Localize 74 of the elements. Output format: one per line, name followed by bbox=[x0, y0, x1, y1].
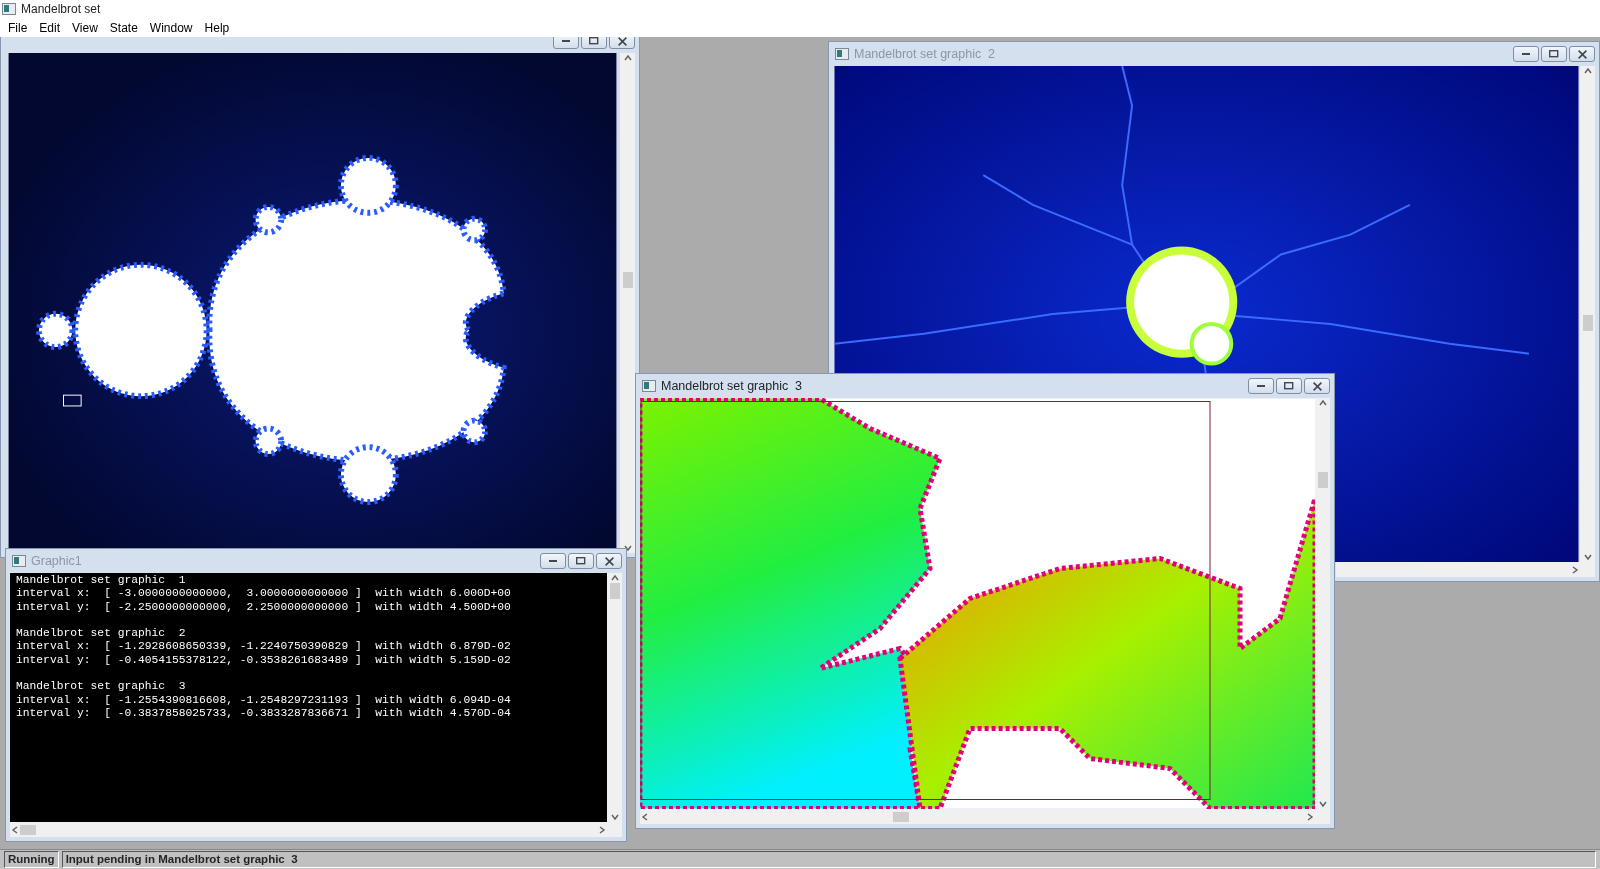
console-line: interval x: [ -1.2928608650339, -1.2240750390829 ] with width 6.879D-02 bbox=[16, 640, 511, 654]
vertical-scrollbar[interactable] bbox=[607, 573, 622, 822]
minimize-icon bbox=[562, 40, 570, 42]
menu-item[interactable]: Window bbox=[143, 18, 199, 37]
scroll-down-icon[interactable] bbox=[1582, 552, 1593, 562]
scrollbar-thumb[interactable] bbox=[609, 583, 620, 599]
scroll-down-icon[interactable] bbox=[1317, 799, 1328, 809]
minimize-button[interactable] bbox=[1513, 46, 1539, 62]
restore-button[interactable] bbox=[1541, 46, 1567, 62]
console-line: interval y: [ -0.3837858025733, -0.3833287836671 ] with width 4.570D-04 bbox=[16, 706, 511, 721]
menu-item[interactable]: View bbox=[66, 18, 104, 37]
window-title: Mandelbrot set bbox=[21, 1, 101, 18]
scroll-left-icon[interactable] bbox=[640, 811, 650, 822]
minimize-icon bbox=[549, 560, 557, 562]
scroll-down-icon[interactable] bbox=[609, 812, 620, 822]
vertical-scrollbar[interactable] bbox=[1315, 398, 1330, 809]
console-line: Mandelbrot set graphic 2 bbox=[16, 627, 186, 641]
scrollbar-thumb[interactable] bbox=[622, 271, 633, 288]
minimize-icon bbox=[1522, 53, 1530, 55]
scrollbar-thumb[interactable] bbox=[1582, 315, 1593, 332]
restore-icon bbox=[589, 37, 599, 45]
window-title: Graphic1 bbox=[31, 552, 82, 570]
close-button[interactable] bbox=[1569, 46, 1595, 62]
scrollbar-thumb[interactable] bbox=[892, 811, 909, 822]
scroll-left-icon[interactable] bbox=[10, 824, 20, 835]
restore-icon bbox=[1284, 382, 1294, 390]
vertical-scrollbar[interactable] bbox=[620, 53, 635, 553]
app-icon bbox=[2, 3, 16, 15]
console-line: Mandelbrot set graphic 1 bbox=[16, 574, 186, 588]
horizontal-scrollbar[interactable] bbox=[10, 822, 607, 837]
window-icon bbox=[12, 555, 26, 567]
close-icon bbox=[1312, 381, 1322, 391]
scroll-up-icon[interactable] bbox=[1582, 66, 1593, 76]
scroll-up-icon[interactable] bbox=[609, 573, 620, 583]
console-line: interval y: [ -2.2500000000000, 2.2500000000000 ] with width 4.500D+00 bbox=[16, 600, 511, 614]
minimize-button[interactable] bbox=[540, 553, 566, 569]
console-line: interval x: [ -3.0000000000000, 3.0000000000000 ] with width 6.000D+00 bbox=[16, 587, 511, 601]
close-icon bbox=[1577, 49, 1587, 59]
restore-icon bbox=[576, 557, 586, 565]
window-title: Mandelbrot set graphic 2 bbox=[854, 45, 996, 63]
scrollbar-thumb[interactable] bbox=[20, 824, 36, 835]
restore-button[interactable] bbox=[581, 37, 607, 49]
minimize-button[interactable] bbox=[1248, 378, 1274, 394]
minimize-button[interactable] bbox=[553, 37, 579, 49]
scroll-right-icon[interactable] bbox=[1570, 564, 1580, 575]
close-icon bbox=[604, 556, 614, 566]
horizontal-scrollbar[interactable] bbox=[1336, 562, 1580, 577]
restore-icon bbox=[1549, 50, 1559, 58]
menu-item[interactable]: State bbox=[103, 18, 144, 37]
scrollbar-thumb[interactable] bbox=[1317, 471, 1328, 488]
restore-button[interactable] bbox=[1276, 378, 1302, 394]
scroll-right-icon[interactable] bbox=[1305, 811, 1315, 822]
close-button[interactable] bbox=[596, 553, 622, 569]
close-icon bbox=[617, 37, 627, 46]
close-button[interactable] bbox=[1304, 378, 1330, 394]
vertical-scrollbar[interactable] bbox=[1580, 66, 1595, 562]
console-line: interval x: [ -1.2554390816608, -1.2548297231193 ] with width 6.094D-04 bbox=[16, 693, 511, 707]
restore-button[interactable] bbox=[568, 553, 594, 569]
window-icon bbox=[642, 380, 656, 392]
status-state: Running bbox=[4, 851, 59, 868]
horizontal-scrollbar[interactable] bbox=[640, 809, 1315, 824]
menu-item[interactable]: File bbox=[2, 18, 34, 37]
console-line: interval y: [ -0.4054155378122, -0.3538261683489 ] with width 5.159D-02 bbox=[16, 653, 511, 668]
minimize-icon bbox=[1257, 385, 1265, 387]
window-icon bbox=[835, 48, 849, 60]
menu-item[interactable]: Edit bbox=[33, 18, 67, 37]
menu-item[interactable]: Help bbox=[198, 18, 236, 37]
status-message: Input pending in Mandelbrot set graphic 3 bbox=[61, 851, 1596, 868]
scroll-up-icon[interactable] bbox=[1317, 398, 1328, 408]
console-line: Mandelbrot set graphic 3 bbox=[16, 680, 186, 694]
window-title: Mandelbrot set graphic 3 bbox=[661, 377, 803, 395]
close-button[interactable] bbox=[609, 37, 635, 49]
scroll-right-icon[interactable] bbox=[597, 824, 607, 835]
scroll-up-icon[interactable] bbox=[622, 53, 633, 63]
